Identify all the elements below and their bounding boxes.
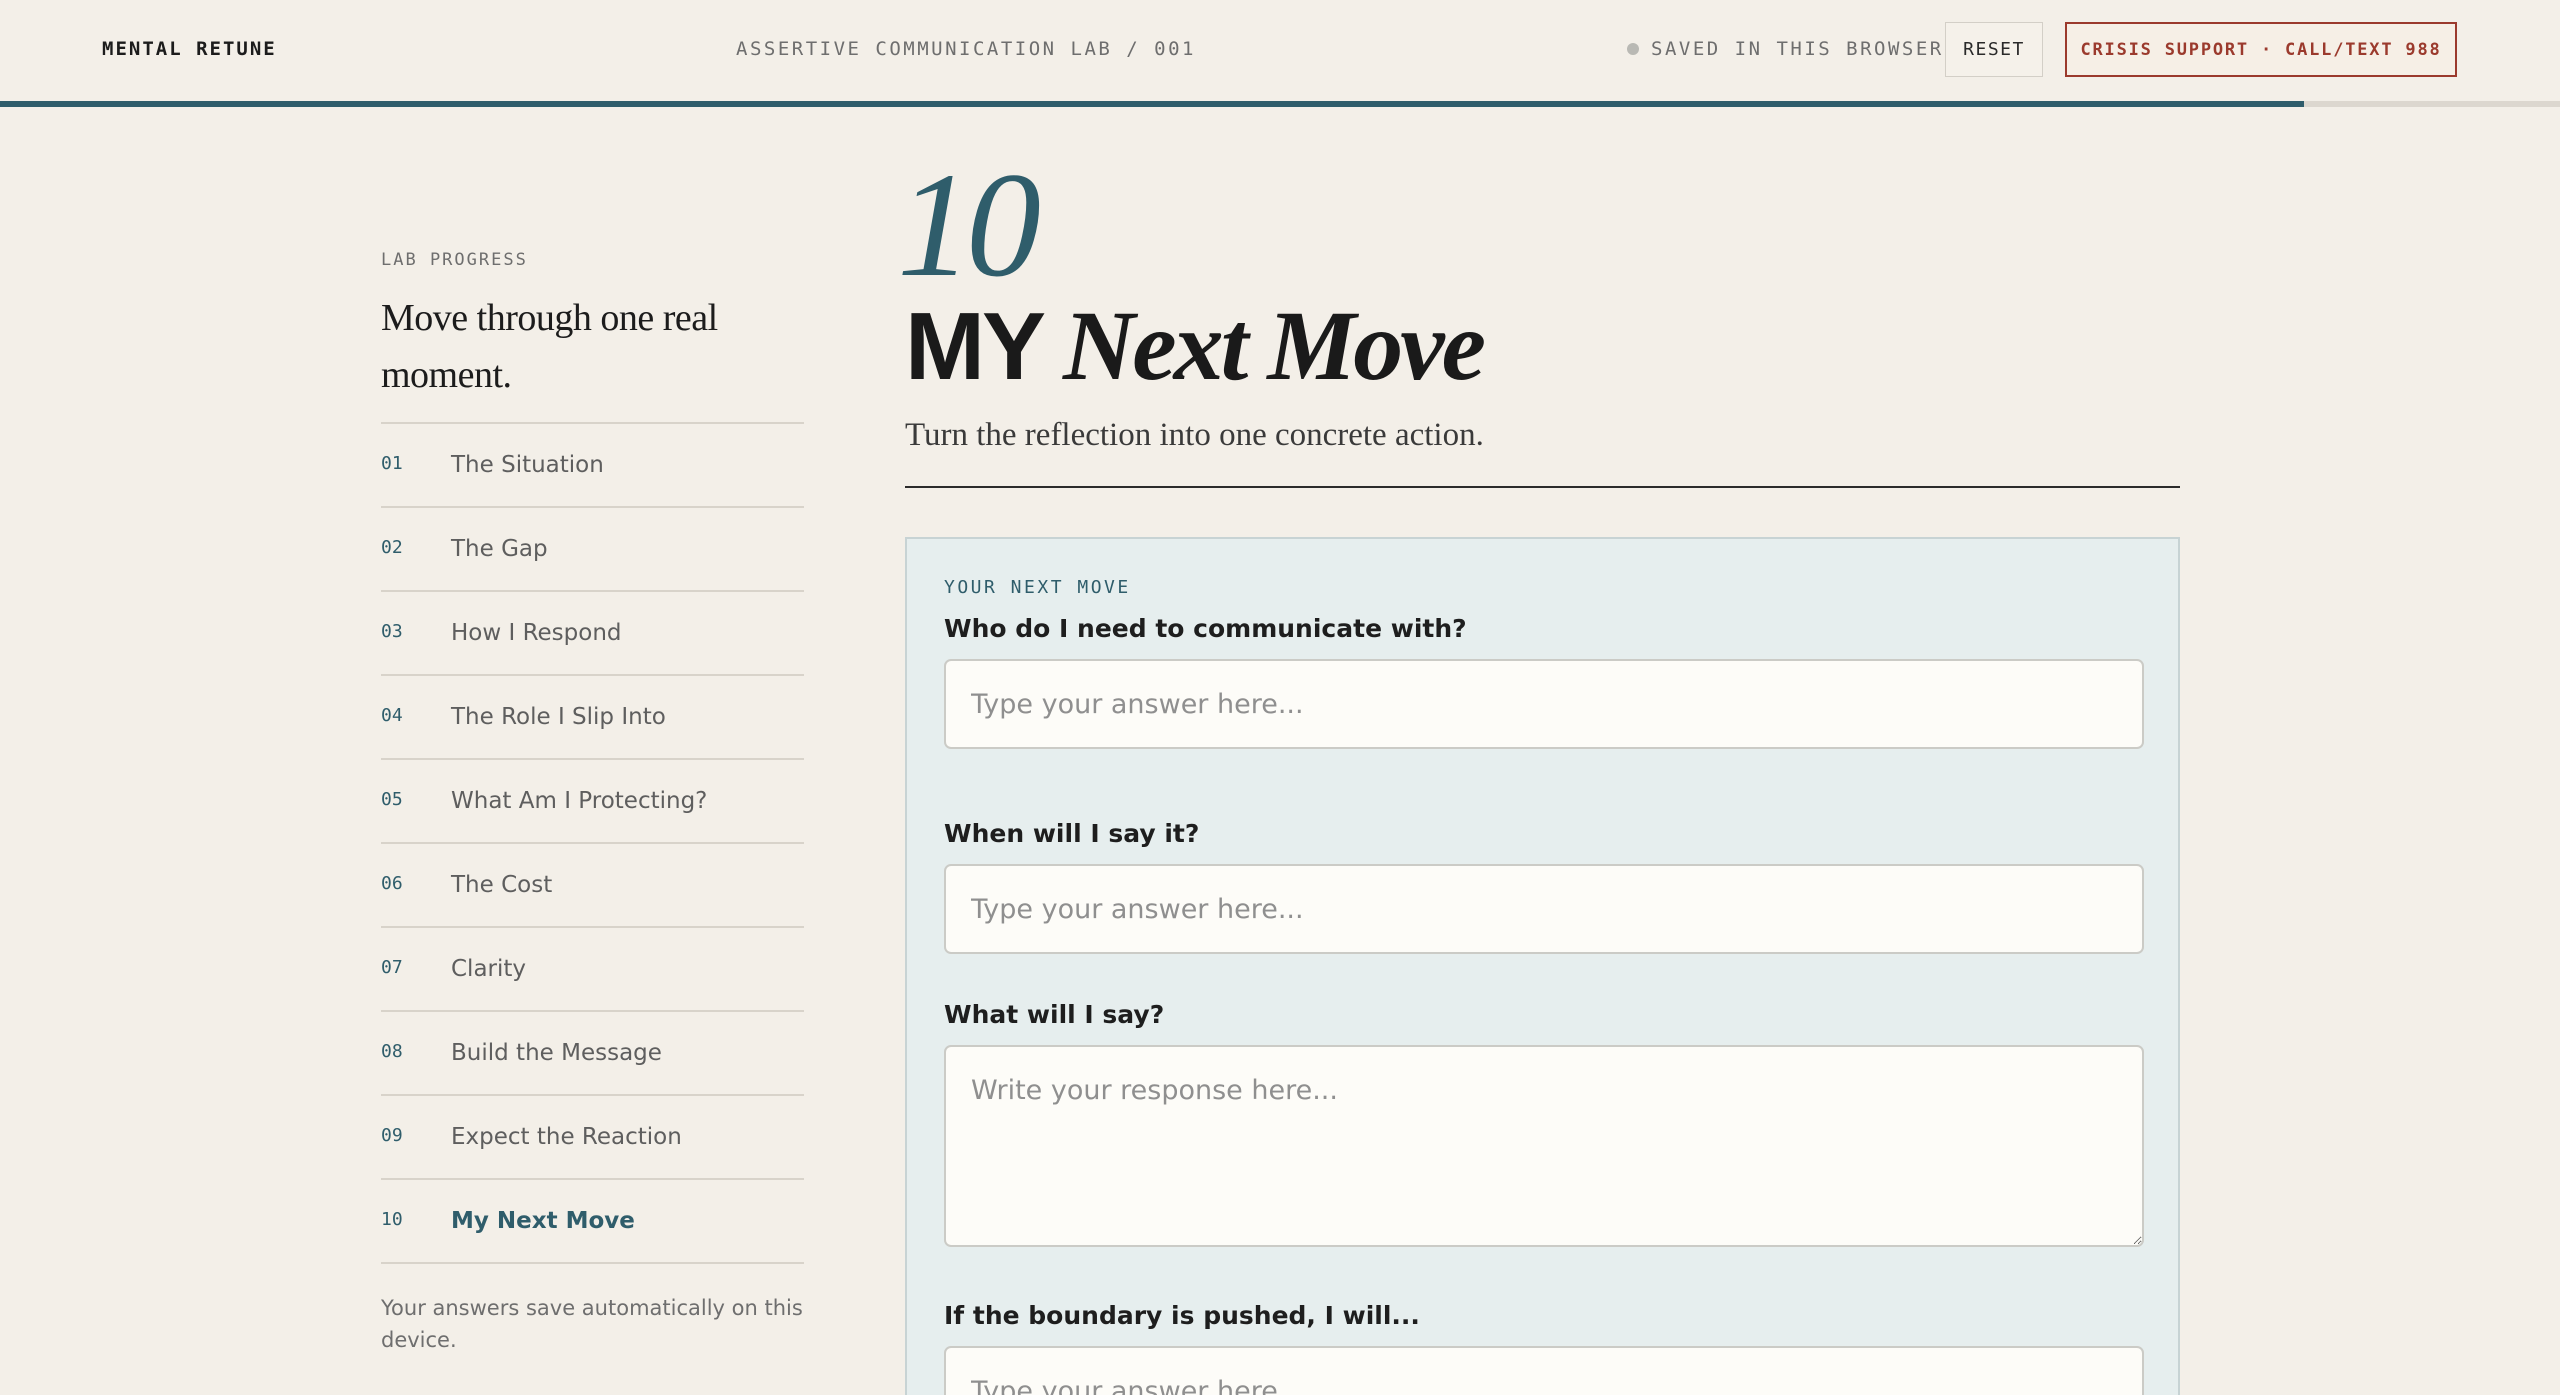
step-list: 01 The Situation 02 The Gap 03 How I Res…	[381, 422, 804, 1264]
page-title-italic: Next Move	[1063, 290, 1486, 401]
step-item-5[interactable]: 05 What Am I Protecting?	[381, 760, 804, 844]
boundary-input[interactable]	[944, 1346, 2144, 1395]
what-textarea[interactable]	[944, 1045, 2144, 1247]
step-label: Expect the Reaction	[451, 1124, 682, 1150]
step-number: 08	[381, 1040, 403, 1062]
page-subtitle: Turn the reflection into one concrete ac…	[905, 417, 1484, 453]
step-number: 03	[381, 620, 403, 642]
step-item-8[interactable]: 08 Build the Message	[381, 1012, 804, 1096]
step-number: 02	[381, 536, 403, 558]
who-input[interactable]	[944, 659, 2144, 749]
autosave-note: Your answers save automatically on this …	[381, 1296, 803, 1352]
step-item-10[interactable]: 10 My Next Move	[381, 1180, 804, 1264]
question-label-boundary: If the boundary is pushed, I will...	[944, 1301, 1420, 1330]
step-item-4[interactable]: 04 The Role I Slip Into	[381, 676, 804, 760]
question-label-what: What will I say?	[944, 1000, 1165, 1029]
lab-title: ASSERTIVE COMMUNICATION LAB / 001	[736, 38, 1196, 60]
step-item-2[interactable]: 02 The Gap	[381, 508, 804, 592]
step-number: 07	[381, 956, 403, 978]
step-label: The Situation	[451, 452, 604, 478]
step-label: The Role I Slip Into	[451, 704, 666, 730]
step-number-display: 10	[897, 142, 1041, 308]
reset-button[interactable]: RESET	[1945, 22, 2043, 77]
sidebar-heading: Move through one real moment.	[381, 297, 718, 396]
step-label: Build the Message	[451, 1040, 662, 1066]
sidebar-label: LAB PROGRESS	[381, 250, 528, 270]
step-item-1[interactable]: 01 The Situation	[381, 424, 804, 508]
question-label-when: When will I say it?	[944, 819, 1200, 848]
crisis-support-button[interactable]: CRISIS SUPPORT · CALL/TEXT 988	[2065, 22, 2457, 77]
progress-bar-fill	[0, 101, 2304, 107]
step-label: The Gap	[451, 536, 548, 562]
question-label-who: Who do I need to communicate with?	[944, 614, 1467, 643]
main-content: 10 MY Next Move Turn the reflection into…	[897, 150, 2180, 1395]
sidebar: LAB PROGRESS Move through one real momen…	[381, 250, 804, 1356]
next-move-card: YOUR NEXT MOVE Who do I need to communic…	[905, 537, 2180, 1395]
brand-logo[interactable]: MENTAL RETUNE	[102, 38, 277, 60]
top-bar: MENTAL RETUNE ASSERTIVE COMMUNICATION LA…	[0, 0, 2560, 101]
step-label: Clarity	[451, 956, 527, 982]
when-input[interactable]	[944, 864, 2144, 954]
saved-status-text: SAVED IN THIS BROWSER	[1651, 38, 1944, 60]
step-number: 10	[381, 1208, 403, 1230]
card-label: YOUR NEXT MOVE	[944, 577, 1131, 598]
step-label: My Next Move	[451, 1208, 635, 1234]
step-number: 06	[381, 872, 403, 894]
step-item-7[interactable]: 07 Clarity	[381, 928, 804, 1012]
step-item-9[interactable]: 09 Expect the Reaction	[381, 1096, 804, 1180]
saved-status: SAVED IN THIS BROWSER	[1627, 38, 1944, 60]
step-item-6[interactable]: 06 The Cost	[381, 844, 804, 928]
divider	[905, 486, 2180, 488]
step-label: How I Respond	[451, 620, 622, 646]
step-number: 05	[381, 788, 403, 810]
status-dot-icon	[1627, 43, 1639, 55]
page-title: MY Next Move	[905, 288, 2180, 403]
step-item-3[interactable]: 03 How I Respond	[381, 592, 804, 676]
step-label: The Cost	[451, 872, 553, 898]
step-number: 09	[381, 1124, 403, 1146]
step-label: What Am I Protecting?	[451, 788, 708, 814]
step-number: 01	[381, 452, 403, 474]
progress-bar	[0, 101, 2560, 107]
step-number: 04	[381, 704, 403, 726]
page-title-bold: MY	[905, 293, 1046, 400]
